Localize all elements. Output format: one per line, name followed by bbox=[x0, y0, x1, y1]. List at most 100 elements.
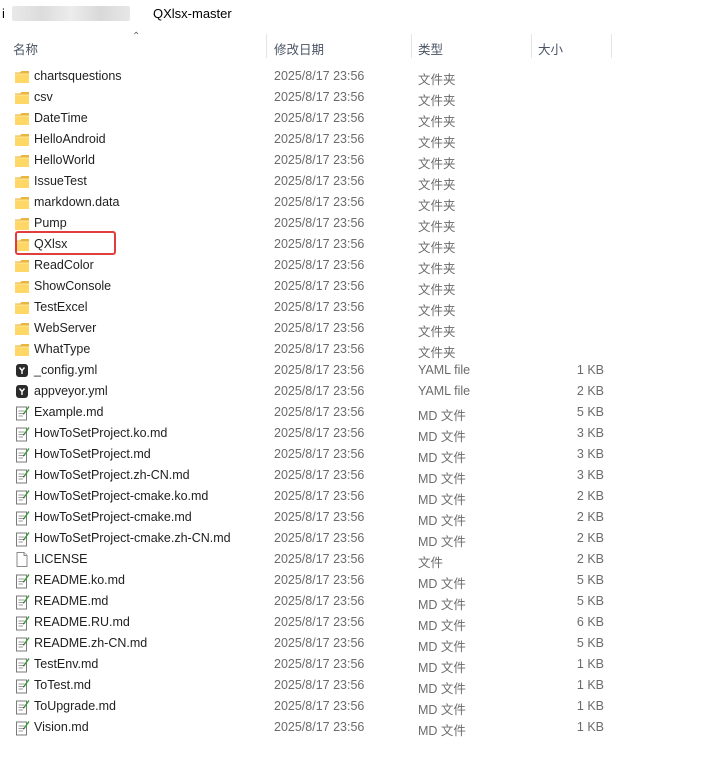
file-name: ToUpgrade.md bbox=[34, 699, 116, 713]
folder-icon bbox=[14, 173, 30, 190]
file-row[interactable]: README.ko.md 2025/8/17 23:56 MD 文件 5 KB bbox=[0, 570, 715, 591]
file-name: appveyor.yml bbox=[34, 384, 108, 398]
folder-row[interactable]: TestExcel 2025/8/17 23:56 文件夹 bbox=[0, 297, 715, 318]
folder-row[interactable]: DateTime 2025/8/17 23:56 文件夹 bbox=[0, 108, 715, 129]
file-name: HowToSetProject-cmake.ko.md bbox=[34, 489, 209, 503]
file-name: HelloAndroid bbox=[34, 132, 106, 146]
folder-row[interactable]: csv 2025/8/17 23:56 文件夹 bbox=[0, 87, 715, 108]
file-row[interactable]: HowToSetProject.zh-CN.md 2025/8/17 23:56 M… bbox=[0, 465, 715, 486]
column-header-type[interactable]: 类型 bbox=[418, 39, 443, 58]
file-name: ReadColor bbox=[34, 258, 94, 272]
window-title: QXlsx-master bbox=[153, 6, 232, 21]
window-titlebar: i QXlsx-master bbox=[0, 0, 715, 28]
file-name: ToTest.md bbox=[34, 678, 91, 692]
modified-date: 2025/8/17 23:56 bbox=[274, 657, 365, 671]
file-type: MD 文件 bbox=[418, 535, 466, 549]
file-type: 文件夹 bbox=[418, 115, 456, 129]
file-row[interactable]: README.md 2025/8/17 23:56 MD 文件 5 KB bbox=[0, 591, 715, 612]
markdown-file-icon bbox=[14, 656, 30, 673]
title-prefix: i bbox=[2, 6, 5, 21]
file-row[interactable]: LICENSE 2025/8/17 23:56 文件 2 KB bbox=[0, 549, 715, 570]
modified-date: 2025/8/17 23:56 bbox=[274, 594, 365, 608]
file-name: chartsquestions bbox=[34, 69, 122, 83]
file-type: MD 文件 bbox=[418, 640, 466, 654]
column-divider[interactable] bbox=[531, 34, 532, 58]
modified-date: 2025/8/17 23:56 bbox=[274, 720, 365, 734]
folder-icon bbox=[14, 257, 30, 274]
file-size: 2 KB bbox=[576, 552, 604, 566]
file-name: HowToSetProject.md bbox=[34, 447, 151, 461]
modified-date: 2025/8/17 23:56 bbox=[274, 195, 365, 209]
file-type: MD 文件 bbox=[418, 493, 466, 507]
file-row[interactable]: _config.yml 2025/8/17 23:56 YAML file 1 KB bbox=[0, 360, 715, 381]
markdown-file-icon bbox=[14, 635, 30, 652]
file-row[interactable]: ToTest.md 2025/8/17 23:56 MD 文件 1 KB bbox=[0, 675, 715, 696]
file-size: 2 KB bbox=[576, 510, 604, 524]
column-header-name[interactable]: 名称 bbox=[13, 39, 38, 58]
file-name: Pump bbox=[34, 216, 67, 230]
modified-date: 2025/8/17 23:56 bbox=[274, 636, 365, 650]
folder-row[interactable]: HelloWorld 2025/8/17 23:56 文件夹 bbox=[0, 150, 715, 171]
file-type: 文件夹 bbox=[418, 199, 456, 213]
markdown-file-icon bbox=[14, 446, 30, 463]
folder-row[interactable]: HelloAndroid 2025/8/17 23:56 文件夹 bbox=[0, 129, 715, 150]
folder-row[interactable]: WebServer 2025/8/17 23:56 文件夹 bbox=[0, 318, 715, 339]
column-header-size[interactable]: 大小 bbox=[538, 39, 563, 58]
file-type: 文件夹 bbox=[418, 136, 456, 150]
file-type: 文件夹 bbox=[418, 157, 456, 171]
folder-row[interactable]: markdown.data 2025/8/17 23:56 文件夹 bbox=[0, 192, 715, 213]
column-header-date[interactable]: 修改日期 bbox=[274, 39, 324, 58]
column-divider[interactable] bbox=[266, 34, 267, 58]
file-name: ShowConsole bbox=[34, 279, 112, 293]
file-name: DateTime bbox=[34, 111, 88, 125]
folder-row[interactable]: ReadColor 2025/8/17 23:56 文件夹 bbox=[0, 255, 715, 276]
file-name: WebServer bbox=[34, 321, 97, 335]
folder-icon bbox=[14, 278, 30, 295]
column-divider[interactable] bbox=[411, 34, 412, 58]
file-type: MD 文件 bbox=[418, 451, 466, 465]
file-row[interactable]: HowToSetProject.md 2025/8/17 23:56 MD 文件 3 … bbox=[0, 444, 715, 465]
folder-icon bbox=[14, 68, 30, 85]
file-name: HowToSetProject-cmake.md bbox=[34, 510, 192, 524]
folder-row[interactable]: chartsquestions 2025/8/17 23:56 文件夹 bbox=[0, 66, 715, 87]
file-row[interactable]: ToUpgrade.md 2025/8/17 23:56 MD 文件 1 KB bbox=[0, 696, 715, 717]
markdown-file-icon bbox=[14, 614, 30, 631]
file-row[interactable]: README.zh-CN.md 2025/8/17 23:56 MD 文件 5 KB bbox=[0, 633, 715, 654]
file-type: MD 文件 bbox=[418, 724, 466, 738]
file-size: 6 KB bbox=[576, 615, 604, 629]
file-row[interactable]: HowToSetProject-cmake.zh-CN.md 2025/8/17 … bbox=[0, 528, 715, 549]
file-row[interactable]: TestEnv.md 2025/8/17 23:56 MD 文件 1 KB bbox=[0, 654, 715, 675]
file-name: HowToSetProject.ko.md bbox=[34, 426, 168, 440]
modified-date: 2025/8/17 23:56 bbox=[274, 510, 365, 524]
modified-date: 2025/8/17 23:56 bbox=[274, 90, 365, 104]
markdown-file-icon bbox=[14, 530, 30, 547]
file-row[interactable]: HowToSetProject.ko.md 2025/8/17 23:56 MD 文… bbox=[0, 423, 715, 444]
folder-row[interactable]: ShowConsole 2025/8/17 23:56 文件夹 bbox=[0, 276, 715, 297]
file-row[interactable]: Vision.md 2025/8/17 23:56 MD 文件 1 KB bbox=[0, 717, 715, 738]
modified-date: 2025/8/17 23:56 bbox=[274, 237, 365, 251]
folder-row[interactable]: WhatType 2025/8/17 23:56 文件夹 bbox=[0, 339, 715, 360]
file-type: 文件夹 bbox=[418, 73, 456, 87]
modified-date: 2025/8/17 23:56 bbox=[274, 174, 365, 188]
file-name: README.ko.md bbox=[34, 573, 125, 587]
file-type: MD 文件 bbox=[418, 703, 466, 717]
file-name: LICENSE bbox=[34, 552, 88, 566]
folder-row[interactable]: Pump 2025/8/17 23:56 文件夹 bbox=[0, 213, 715, 234]
folder-icon bbox=[14, 236, 30, 253]
file-row[interactable]: appveyor.yml 2025/8/17 23:56 YAML file 2 KB bbox=[0, 381, 715, 402]
modified-date: 2025/8/17 23:56 bbox=[274, 384, 365, 398]
column-divider[interactable] bbox=[611, 34, 612, 58]
folder-icon bbox=[14, 320, 30, 337]
modified-date: 2025/8/17 23:56 bbox=[274, 279, 365, 293]
file-row[interactable]: Example.md 2025/8/17 23:56 MD 文件 5 KB bbox=[0, 402, 715, 423]
folder-row[interactable]: QXlsx 2025/8/17 23:56 文件夹 bbox=[0, 234, 715, 255]
file-row[interactable]: README.RU.md 2025/8/17 23:56 MD 文件 6 KB bbox=[0, 612, 715, 633]
folder-icon bbox=[14, 194, 30, 211]
file-row[interactable]: HowToSetProject-cmake.ko.md 2025/8/17 23:… bbox=[0, 486, 715, 507]
folder-row[interactable]: IssueTest 2025/8/17 23:56 文件夹 bbox=[0, 171, 715, 192]
file-row[interactable]: HowToSetProject-cmake.md 2025/8/17 23:56 M… bbox=[0, 507, 715, 528]
file-type: MD 文件 bbox=[418, 472, 466, 486]
modified-date: 2025/8/17 23:56 bbox=[274, 489, 365, 503]
file-size: 5 KB bbox=[576, 573, 604, 587]
column-header: ⌃ 名称 修改日期 类型 大小 bbox=[0, 30, 715, 60]
